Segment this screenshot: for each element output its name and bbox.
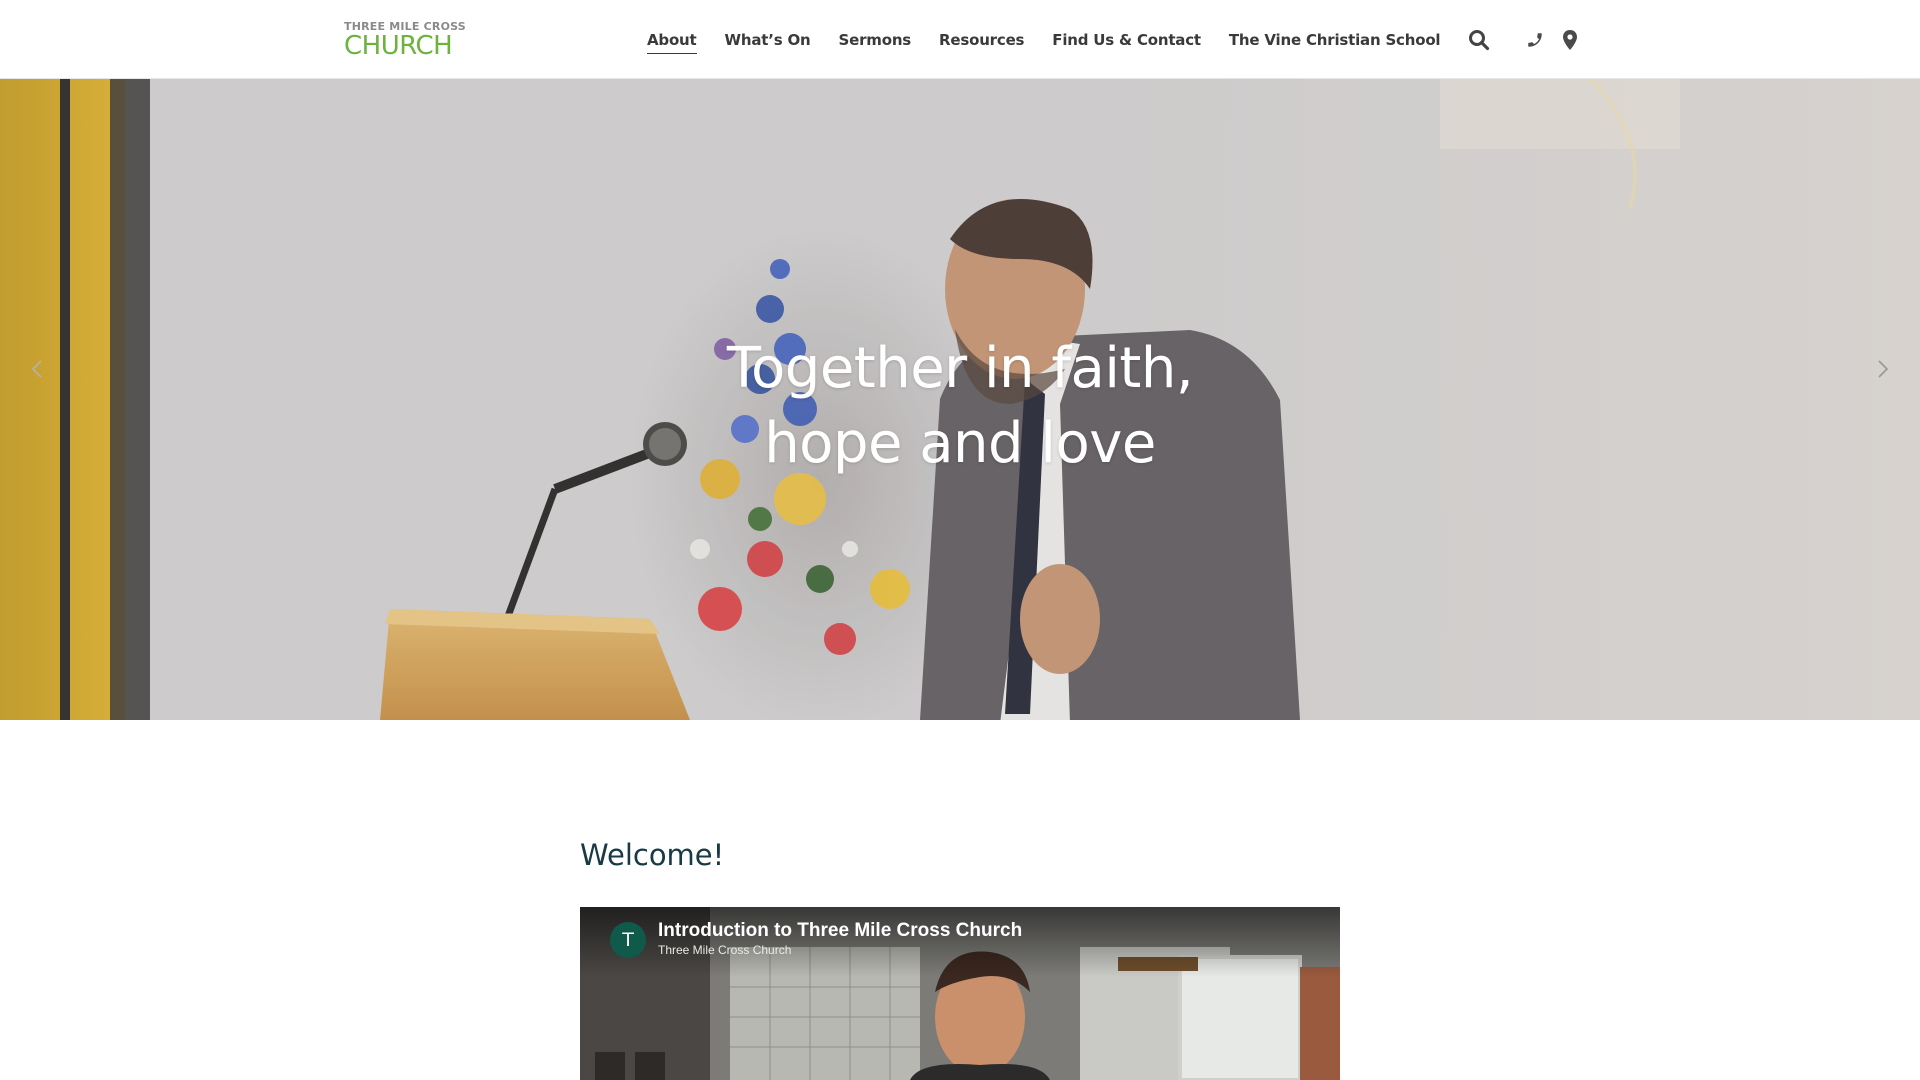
search-icon[interactable]: [1467, 28, 1491, 52]
nav-item-vine-christian-school[interactable]: The Vine Christian School: [1229, 25, 1441, 55]
hero-title-line2: hope and love: [764, 411, 1156, 476]
nav-item-find-us-contact[interactable]: Find Us & Contact: [1052, 25, 1201, 55]
video-title[interactable]: Introduction to Three Mile Cross Church: [658, 920, 1022, 942]
video-embed[interactable]: T Introduction to Three Mile Cross Churc…: [580, 907, 1340, 1080]
nav-item-whats-on[interactable]: What’s On: [725, 25, 811, 55]
main-nav: About What’s On Sermons Resources Find U…: [647, 0, 1468, 79]
nav-item-resources[interactable]: Resources: [939, 25, 1024, 55]
hero-slider: Together in faith, hope and love: [0, 79, 1920, 720]
nav-item-about[interactable]: About: [647, 25, 697, 55]
channel-avatar[interactable]: T: [610, 922, 646, 958]
hero-title: Together in faith, hope and love: [0, 331, 1920, 481]
site-logo[interactable]: THREE MILE CROSS CHURCH: [344, 20, 466, 59]
site-header: THREE MILE CROSS CHURCH About What’s On …: [0, 0, 1920, 79]
logo-title: CHURCH: [344, 31, 453, 61]
page: THREE MILE CROSS CHURCH About What’s On …: [0, 0, 1920, 1080]
slider-prev-button[interactable]: [22, 349, 52, 389]
chevron-right-icon: [1878, 360, 1889, 378]
chevron-left-icon: [31, 360, 42, 378]
video-title-bar: [580, 907, 1340, 977]
location-pin-icon[interactable]: [1558, 28, 1582, 52]
phone-icon[interactable]: [1523, 28, 1547, 52]
hero-title-line1: Together in faith,: [726, 336, 1194, 401]
nav-item-sermons[interactable]: Sermons: [839, 25, 912, 55]
slider-next-button[interactable]: [1868, 349, 1898, 389]
welcome-heading: Welcome!: [580, 838, 725, 872]
video-channel-name[interactable]: Three Mile Cross Church: [658, 943, 791, 957]
